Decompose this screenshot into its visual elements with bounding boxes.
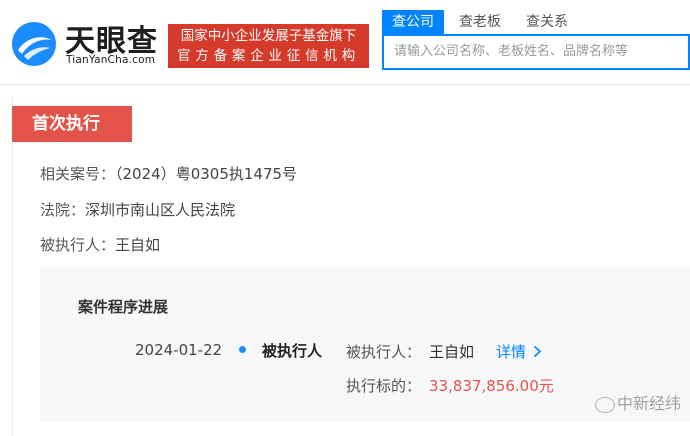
progress-role: 被执行人	[262, 342, 323, 360]
party-label: 被执行人：	[40, 236, 116, 254]
party-row: 被执行人：王自如	[40, 234, 160, 255]
weibo-icon	[595, 396, 615, 413]
logo-domain: TianYanCha.com	[66, 54, 156, 66]
search-tabs: 查公司 查老板 查关系	[382, 10, 583, 34]
fund-badge: 国家中小企业发展子基金旗下 官方备案企业征信机构	[168, 24, 369, 68]
fund-badge-line2: 官方备案企业征信机构	[177, 48, 360, 64]
case-number-value: （2024）粤0305执1475号	[115, 165, 298, 183]
chevron-right-icon	[533, 345, 541, 358]
tab-relation[interactable]: 查关系	[516, 10, 578, 34]
executed-person-label: 被执行人：	[346, 343, 422, 361]
detail-link-label[interactable]: 详情	[496, 343, 526, 361]
court-row: 法院：深圳市南山区人民法院	[40, 199, 235, 220]
case-number-row: 相关案号：（2024）粤0305执1475号	[40, 163, 297, 184]
fund-badge-line1: 国家中小企业发展子基金旗下	[180, 28, 357, 44]
tab-boss[interactable]: 查老板	[449, 10, 511, 34]
detail-link[interactable]: 详情	[496, 341, 542, 362]
header-divider	[0, 84, 690, 85]
progress-title: 案件程序进展	[78, 298, 169, 316]
search-area: 查公司 查老板 查关系 请输入公司名称、老板姓名、品牌名称等	[382, 10, 690, 70]
party-value: 王自如	[115, 236, 161, 254]
search-input[interactable]: 请输入公司名称、老板姓名、品牌名称等	[382, 34, 690, 70]
tab-company[interactable]: 查公司	[382, 10, 444, 34]
court-value: 深圳市南山区人民法院	[85, 201, 236, 219]
court-label: 法院：	[40, 201, 86, 219]
site-header: 天眼查 TianYanCha.com 国家中小企业发展子基金旗下 官方备案企业征…	[0, 0, 690, 82]
section-tag: 首次执行	[12, 106, 132, 142]
watermark: 中新经纬	[595, 390, 681, 414]
watermark-text: 中新经纬	[617, 394, 682, 413]
amount-value: 33,837,856.00元	[429, 377, 554, 395]
tianyancha-logo-icon[interactable]	[10, 20, 58, 68]
case-number-label: 相关案号：	[40, 165, 116, 183]
progress-date: 2024-01-22	[135, 341, 223, 359]
timeline-dot	[239, 346, 246, 353]
executed-person-name[interactable]: 王自如	[429, 341, 474, 362]
amount-label: 执行标的：	[346, 377, 422, 395]
